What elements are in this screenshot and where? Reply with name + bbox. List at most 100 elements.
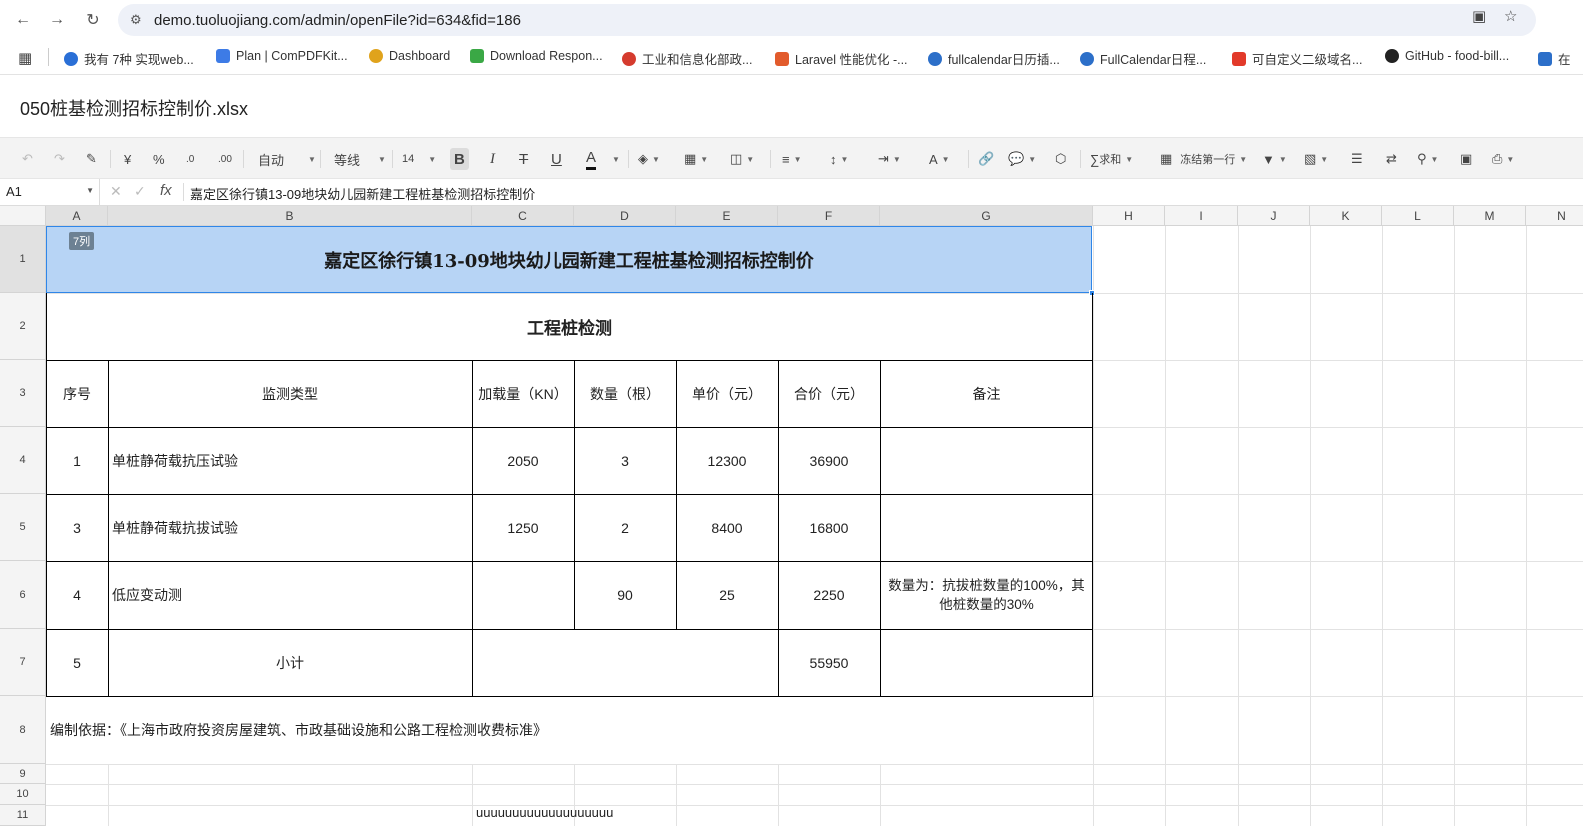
column-header[interactable]: L [1382, 206, 1454, 226]
header-cell[interactable]: 监测类型 [108, 360, 472, 427]
column-header[interactable]: H [1093, 206, 1165, 226]
column-header[interactable]: J [1238, 206, 1310, 226]
column-header[interactable]: C [472, 206, 574, 226]
header-cell[interactable]: 单价（元） [676, 360, 778, 427]
table-cell[interactable]: 25 [676, 561, 778, 629]
table-cell[interactable]: 单桩静荷载抗压试验 [108, 427, 472, 494]
site-info-icon[interactable]: ⚙ [130, 12, 142, 28]
column-header[interactable]: A [46, 206, 108, 226]
fx-icon[interactable]: fx [160, 182, 172, 199]
conditional-format-icon[interactable]: ▧ ▼ [1304, 148, 1328, 170]
strikethrough-button[interactable]: T [519, 148, 528, 170]
header-cell[interactable]: 备注 [880, 360, 1093, 427]
table-cell[interactable] [472, 561, 574, 629]
table-cell[interactable]: 单桩静荷载抗拔试验 [108, 494, 472, 561]
italic-button[interactable]: I [490, 148, 495, 170]
link-icon[interactable]: 🔗 [978, 148, 994, 170]
column-header[interactable]: M [1454, 206, 1526, 226]
increase-decimal-button[interactable]: .0 [186, 148, 194, 170]
table-cell[interactable]: 2 [574, 494, 676, 561]
sheet-title-cell[interactable]: 嘉定区徐行镇13-09地块幼儿园新建工程桩基检测招标控制价 [46, 226, 1092, 293]
bookmark-item[interactable]: FullCalendar日程... [1080, 49, 1206, 68]
row-header[interactable]: 6 [0, 561, 46, 629]
sum-button[interactable]: ∑ 求和 ▼ [1090, 148, 1133, 170]
table-cell[interactable]: 12300 [676, 427, 778, 494]
column-header[interactable]: G [880, 206, 1093, 226]
subtitle-cell[interactable]: 工程桩检测 [46, 293, 1093, 360]
search-icon[interactable]: ⚲ ▼ [1417, 148, 1438, 170]
print-area-icon[interactable]: ▣ [1460, 148, 1472, 170]
redo-icon[interactable]: ↷ [54, 148, 65, 170]
column-header[interactable]: D [574, 206, 676, 226]
column-header[interactable]: F [778, 206, 880, 226]
bookmark-item[interactable]: GitHub - food-bill... [1385, 49, 1509, 63]
freeze-button[interactable]: ▦ 冻结第一行 ▼ [1160, 148, 1247, 170]
formula-input[interactable]: 嘉定区徐行镇13-09地块幼儿园新建工程桩基检测招标控制价 [190, 184, 535, 203]
subtotal-no-cell[interactable]: 5 [46, 629, 108, 696]
borders-icon[interactable]: ▦ ▼ [684, 148, 708, 170]
number-format-select[interactable]: 自动 ▼ [258, 148, 316, 170]
table-cell[interactable]: 8400 [676, 494, 778, 561]
row-header[interactable]: 4 [0, 427, 46, 494]
filter-icon[interactable]: ▼ ▼ [1262, 148, 1287, 170]
url-text[interactable]: demo.tuoluojiang.com/admin/openFile?id=6… [154, 12, 521, 29]
subtotal-label-cell[interactable]: 小计 [108, 629, 472, 696]
subtotal-total-cell[interactable]: 55950 [778, 629, 880, 696]
table-cell[interactable]: 16800 [778, 494, 880, 561]
table-cell[interactable]: 2250 [778, 561, 880, 629]
row-header[interactable]: 9 [0, 764, 46, 784]
bookmark-item[interactable]: Plan | ComPDFKit... [216, 49, 348, 63]
font-size-select[interactable]: 14 ▼ [402, 148, 436, 170]
select-all-corner[interactable] [0, 206, 46, 226]
bookmark-item[interactable]: Dashboard [369, 49, 450, 63]
cancel-icon[interactable]: ✕ [110, 183, 122, 200]
bookmark-item[interactable]: fullcalendar日历插... [928, 49, 1060, 68]
header-cell[interactable]: 序号 [46, 360, 108, 427]
table-cell[interactable]: 36900 [778, 427, 880, 494]
print-icon[interactable]: ⎙ ▼ [1492, 148, 1514, 170]
header-cell[interactable]: 合价（元） [778, 360, 880, 427]
table-cell[interactable]: 1250 [472, 494, 574, 561]
bookmark-item[interactable]: Download Respon... [470, 49, 603, 63]
row-header[interactable]: 10 [0, 784, 46, 805]
row-header[interactable]: 1 [0, 226, 46, 293]
bookmark-item[interactable]: 工业和信息化部政... [622, 49, 752, 68]
reload-icon[interactable]: ↻ [82, 9, 104, 31]
split-column-icon[interactable]: ⇄ [1386, 148, 1397, 170]
confirm-icon[interactable]: ✓ [134, 183, 146, 200]
table-cell[interactable] [880, 427, 1093, 494]
back-icon[interactable]: ← [12, 9, 34, 31]
vertical-align-icon[interactable]: ↕ ▼ [830, 148, 848, 170]
chevron-down-icon[interactable]: ▼ [608, 148, 620, 170]
font-family-select[interactable]: 等线 ▼ [334, 148, 386, 170]
format-painter-icon[interactable]: ✎ [86, 148, 97, 170]
percent-button[interactable]: % [153, 148, 165, 170]
row-header[interactable]: 5 [0, 494, 46, 561]
install-app-icon[interactable]: ▣ [1472, 7, 1486, 25]
table-cell[interactable]: 90 [574, 561, 676, 629]
table-cell[interactable] [880, 494, 1093, 561]
row-header[interactable]: 11 [0, 805, 46, 826]
image-icon[interactable]: ⬡ [1055, 148, 1066, 170]
row-header[interactable]: 2 [0, 293, 46, 360]
sheet-grid[interactable]: A B C D E F G H I J K L M N 1 2 3 4 5 6 … [0, 206, 1583, 826]
bookmark-item[interactable]: Laravel 性能优化 -... [775, 49, 908, 68]
table-cell[interactable]: 3 [46, 494, 108, 561]
currency-button[interactable]: ¥ [124, 148, 131, 170]
decrease-decimal-button[interactable]: .00 [218, 148, 232, 170]
undo-icon[interactable]: ↶ [22, 148, 33, 170]
text-wrap-icon[interactable]: ⇥ ▼ [878, 148, 901, 170]
row-header[interactable]: 8 [0, 696, 46, 764]
underline-button[interactable]: U [551, 148, 562, 170]
bookmark-item[interactable]: 可自定义二级域名... [1232, 49, 1362, 68]
header-cell[interactable]: 数量（根） [574, 360, 676, 427]
forward-icon[interactable]: → [46, 9, 68, 31]
cell-reference-box[interactable]: A1 ▼ [0, 179, 100, 205]
fill-color-icon[interactable]: ◈ ▼ [638, 148, 660, 170]
column-header[interactable]: B [108, 206, 472, 226]
table-cell[interactable]: 4 [46, 561, 108, 629]
row-header[interactable]: 7 [0, 629, 46, 696]
basis-cell[interactable]: 编制依据：《上海市政府投资房屋建筑、市政基础设施和公路工程检测收费标准》 [46, 696, 1093, 764]
table-cell[interactable]: 3 [574, 427, 676, 494]
table-cell[interactable]: uuuuuuuuuuuuuuuuuuu [472, 805, 672, 826]
